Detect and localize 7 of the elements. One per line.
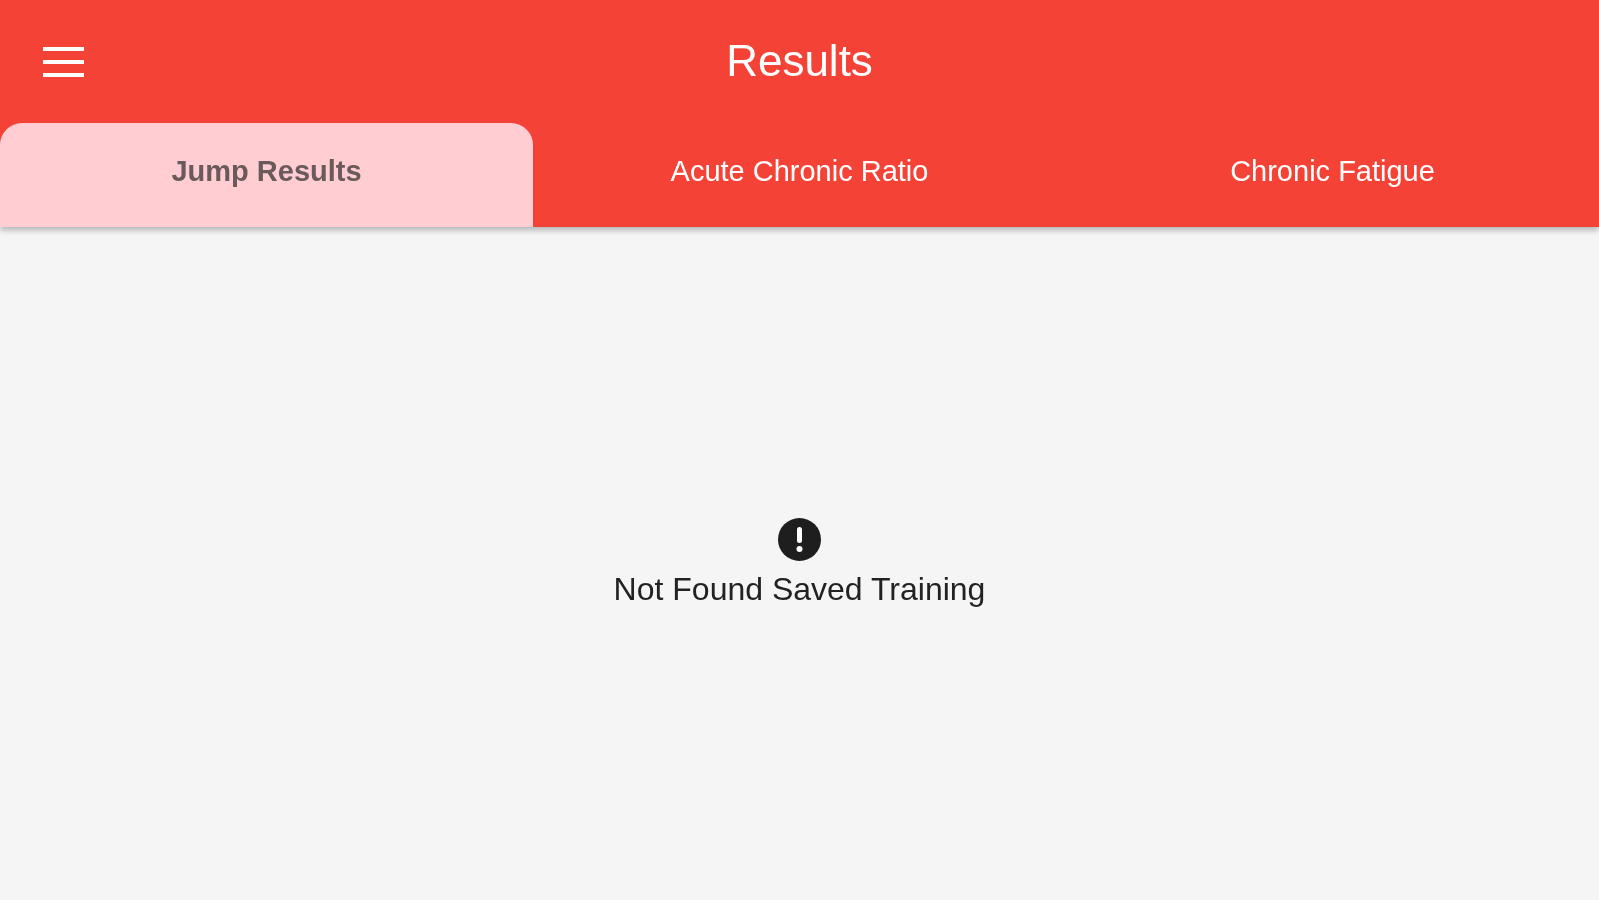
tab[interactable]: Jump Results [0, 123, 533, 227]
empty-message: Not Found Saved Training [613, 570, 986, 609]
menu-icon[interactable] [43, 46, 84, 77]
tab[interactable]: Chronic Fatigue [1066, 123, 1599, 227]
app-title: Results [726, 35, 873, 88]
exclamation-icon [778, 518, 821, 561]
tab[interactable]: Acute Chronic Ratio [533, 123, 1066, 227]
